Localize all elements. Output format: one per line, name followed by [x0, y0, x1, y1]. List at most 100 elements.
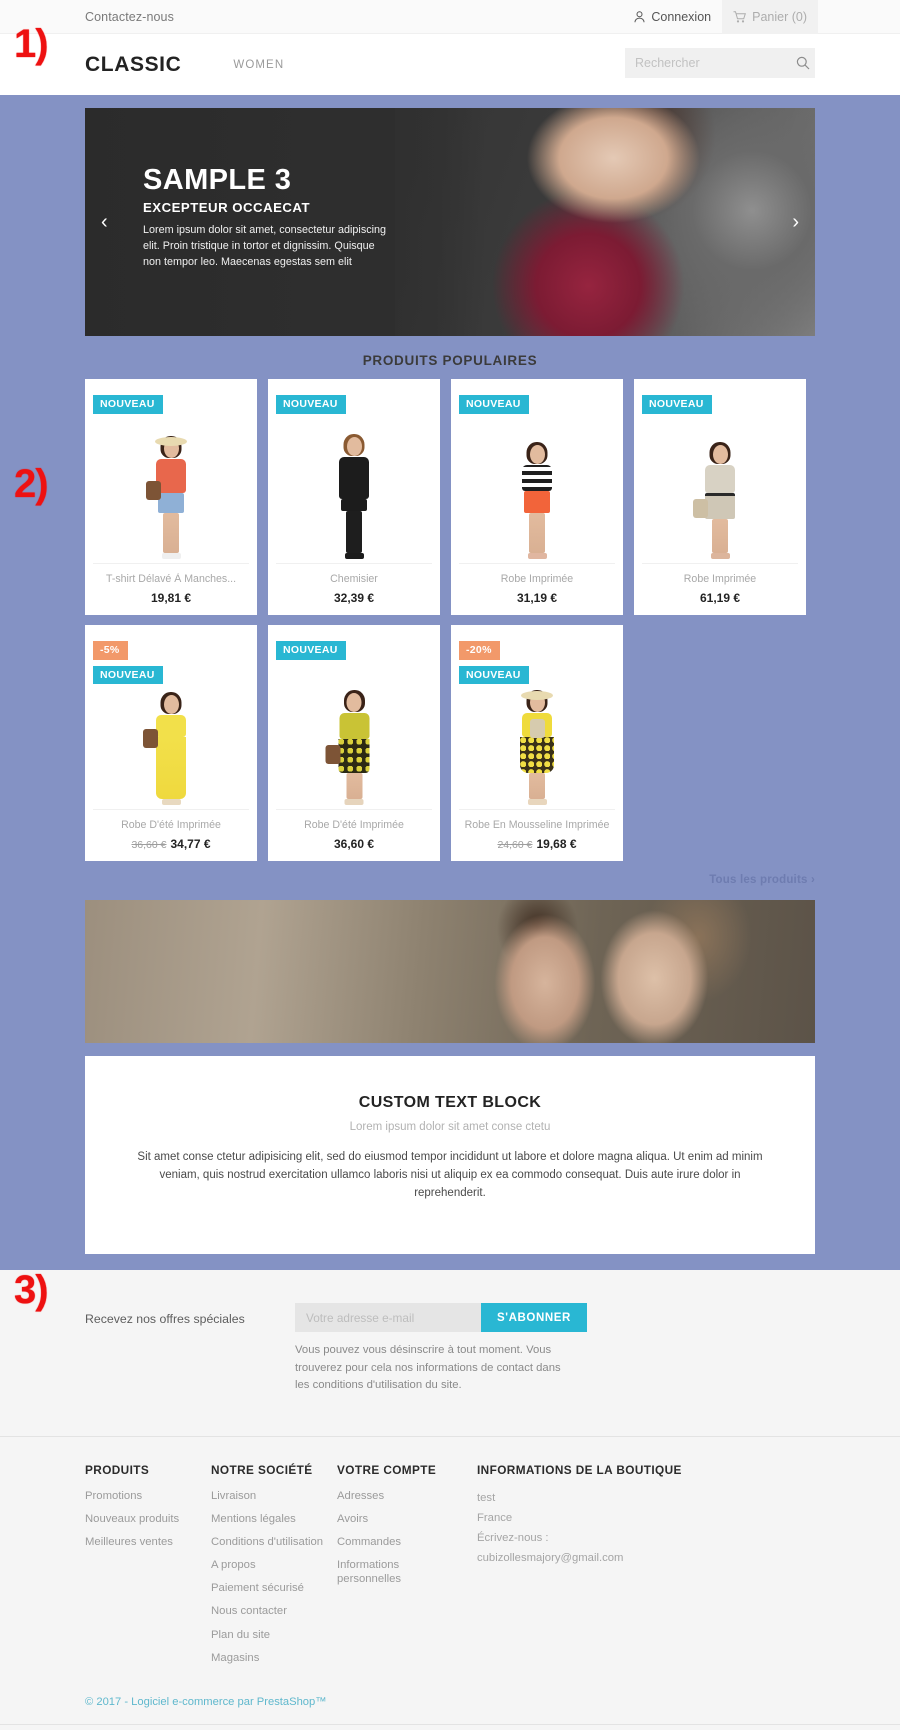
product-current-price: 32,39 € — [333, 591, 375, 605]
newsletter-note: Vous pouvez vous désinscrire à tout mome… — [295, 1344, 561, 1391]
product-name[interactable]: Robe Imprimée — [646, 573, 794, 585]
footer-link-secure-payment[interactable]: Paiement sécurisé — [211, 1581, 337, 1595]
shop-name: test — [477, 1491, 496, 1504]
promo-banner-image[interactable] — [85, 900, 815, 1043]
product-card[interactable]: NOUVEAU Robe Imprimée 31,19 € — [451, 379, 623, 615]
product-badges: NOUVEAU — [459, 395, 529, 414]
product-info: Robe Imprimée 31,19 € — [459, 563, 615, 615]
footer-link-stores[interactable]: Magasins — [211, 1651, 337, 1665]
product-card[interactable]: NOUVEAU — [634, 379, 806, 615]
cart-icon — [733, 11, 747, 23]
all-products-link[interactable]: Tous les produits › — [85, 874, 815, 886]
footer-link-best-sellers[interactable]: Meilleures ventes — [85, 1535, 211, 1549]
cart-button[interactable]: Panier (0) — [722, 0, 818, 34]
new-badge: NOUVEAU — [276, 641, 346, 660]
product-old-price: 24,60 € — [497, 839, 533, 851]
product-image[interactable]: NOUVEAU — [276, 633, 432, 809]
footer-link-personal-info[interactable]: Informations personnelles — [337, 1558, 423, 1586]
newsletter-section: Recevez nos offres spéciales S'ABONNER V… — [0, 1270, 900, 1436]
footer-link-credit-slips[interactable]: Avoirs — [337, 1512, 477, 1526]
product-name[interactable]: T-shirt Délavé À Manches... — [97, 573, 245, 585]
product-price: 36,60 € — [280, 837, 428, 851]
footer-heading: INFORMATIONS DE LA BOUTIQUE — [477, 1462, 682, 1477]
main-content: SAMPLE 3 EXCEPTEUR OCCAECAT Lorem ipsum … — [0, 95, 900, 1271]
contact-link[interactable]: Contactez-nous — [85, 10, 174, 24]
shop-email[interactable]: cubizollesmajory@gmail.com — [477, 1549, 777, 1569]
product-current-price: 61,19 € — [699, 591, 741, 605]
footer-link-legal-notice[interactable]: Mentions légales — [211, 1512, 337, 1526]
footer-link-contact[interactable]: Nous contacter — [211, 1604, 337, 1618]
product-current-price: 19,68 € — [536, 837, 577, 851]
discount-badge: -5% — [93, 641, 128, 660]
nav-item-women[interactable]: WOMEN — [233, 59, 284, 71]
footer-column-shop-info: INFORMATIONS DE LA BOUTIQUE test France … — [477, 1463, 777, 1674]
product-image[interactable]: NOUVEAU — [459, 387, 615, 563]
footer-link-about[interactable]: A propos — [211, 1558, 337, 1572]
custom-text-subtitle: Lorem ipsum dolor sit amet conse ctetu — [349, 1121, 551, 1133]
top-bar: Contactez-nous Connexion Panier (0) — [0, 0, 900, 34]
product-price: 32,39 € — [280, 591, 428, 605]
login-label: Connexion — [651, 10, 712, 24]
product-name[interactable]: Robe Imprimée — [463, 573, 611, 585]
product-name[interactable]: Robe En Mousseline Imprimée — [463, 819, 611, 831]
site-logo[interactable]: CLASSIC — [85, 53, 181, 77]
search-icon[interactable] — [796, 56, 810, 70]
product-name[interactable]: Robe D'été Imprimée — [280, 819, 428, 831]
shop-country: France — [477, 1511, 513, 1524]
product-current-price: 31,19 € — [516, 591, 558, 605]
product-image[interactable]: -5% NOUVEAU — [93, 633, 249, 809]
new-badge: NOUVEAU — [459, 395, 529, 414]
footer-link-promotions[interactable]: Promotions — [85, 1489, 211, 1503]
newsletter-subscribe-button[interactable]: S'ABONNER — [481, 1303, 587, 1333]
product-info: Robe Imprimée 61,19 € — [642, 563, 798, 615]
hero-next-arrow-icon[interactable]: › — [792, 212, 799, 232]
product-card[interactable]: -20% NOUVEAU Robe En Mousseline Imprimée… — [451, 625, 623, 861]
custom-text-body: Sit amet conse ctetur adipisicing elit, … — [137, 1151, 763, 1199]
product-info: Robe D'été Imprimée 36,60 € — [276, 809, 432, 861]
custom-text-block: CUSTOM TEXT BLOCK Lorem ipsum dolor sit … — [85, 1056, 815, 1255]
product-image[interactable]: -20% NOUVEAU — [459, 633, 615, 809]
top-bar-right: Connexion Panier (0) — [623, 0, 818, 34]
product-card[interactable]: NOUVEAU Chemisier 32,39 € — [268, 379, 440, 615]
footer-link-new-products[interactable]: Nouveaux produits — [85, 1512, 211, 1526]
footer-copyright[interactable]: © 2017 - Logiciel e-commerce par PrestaS… — [85, 1696, 815, 1724]
product-name[interactable]: Chemisier — [280, 573, 428, 585]
footer-link-terms[interactable]: Conditions d'utilisation — [211, 1535, 337, 1549]
login-button[interactable]: Connexion — [623, 0, 722, 34]
new-badge: NOUVEAU — [459, 665, 529, 684]
popular-products-title: PRODUITS POPULAIRES — [362, 353, 538, 368]
footer-link-addresses[interactable]: Adresses — [337, 1489, 477, 1503]
footer-heading: NOTRE SOCIÉTÉ — [211, 1462, 313, 1477]
footer-heading: PRODUITS — [85, 1462, 150, 1477]
product-image[interactable]: NOUVEAU — [93, 387, 249, 563]
product-card[interactable]: -5% NOUVEAU Robe D'été Imprimée 36,60 € … — [85, 625, 257, 861]
main-header: CLASSIC WOMEN — [0, 34, 900, 95]
product-image[interactable]: NOUVEAU — [642, 387, 798, 563]
product-name[interactable]: Robe D'été Imprimée — [97, 819, 245, 831]
hero-description: Lorem ipsum dolor sit amet, consectetur … — [143, 224, 387, 268]
footer-link-sitemap[interactable]: Plan du site — [211, 1628, 337, 1642]
footer-column-account: VOTRE COMPTE Adresses Avoirs Commandes I… — [337, 1463, 477, 1674]
product-card[interactable]: NOUVEAU — [85, 379, 257, 615]
hero-prev-arrow-icon[interactable]: ‹ — [101, 212, 108, 232]
footer-link-delivery[interactable]: Livraison — [211, 1489, 337, 1503]
search-box[interactable] — [625, 48, 815, 78]
shop-contact-label: Écrivez-nous : — [477, 1531, 549, 1544]
product-price: 24,60 €19,68 € — [463, 837, 611, 851]
product-card[interactable]: NOUVEAU — [268, 625, 440, 861]
product-badges: NOUVEAU — [93, 395, 163, 414]
product-image[interactable]: NOUVEAU — [276, 387, 432, 563]
hero-slider[interactable]: SAMPLE 3 EXCEPTEUR OCCAECAT Lorem ipsum … — [85, 108, 815, 336]
product-grid: NOUVEAU T-shirt Délavé À Manches... 19,8… — [85, 379, 815, 861]
site-header: Contactez-nous Connexion Panier (0) CLAS… — [0, 0, 900, 95]
product-info: Chemisier 32,39 € — [276, 563, 432, 615]
newsletter-form: S'ABONNER — [295, 1303, 815, 1333]
product-badges: NOUVEAU — [642, 395, 712, 414]
search-input[interactable] — [635, 56, 796, 70]
product-badges: NOUVEAU — [276, 395, 346, 414]
newsletter-email-input[interactable] — [295, 1303, 481, 1333]
footer-link-orders[interactable]: Commandes — [337, 1535, 477, 1549]
product-price: 61,19 € — [646, 591, 794, 605]
product-badges: NOUVEAU — [276, 641, 346, 660]
hero-text-block: SAMPLE 3 EXCEPTEUR OCCAECAT Lorem ipsum … — [143, 165, 393, 271]
